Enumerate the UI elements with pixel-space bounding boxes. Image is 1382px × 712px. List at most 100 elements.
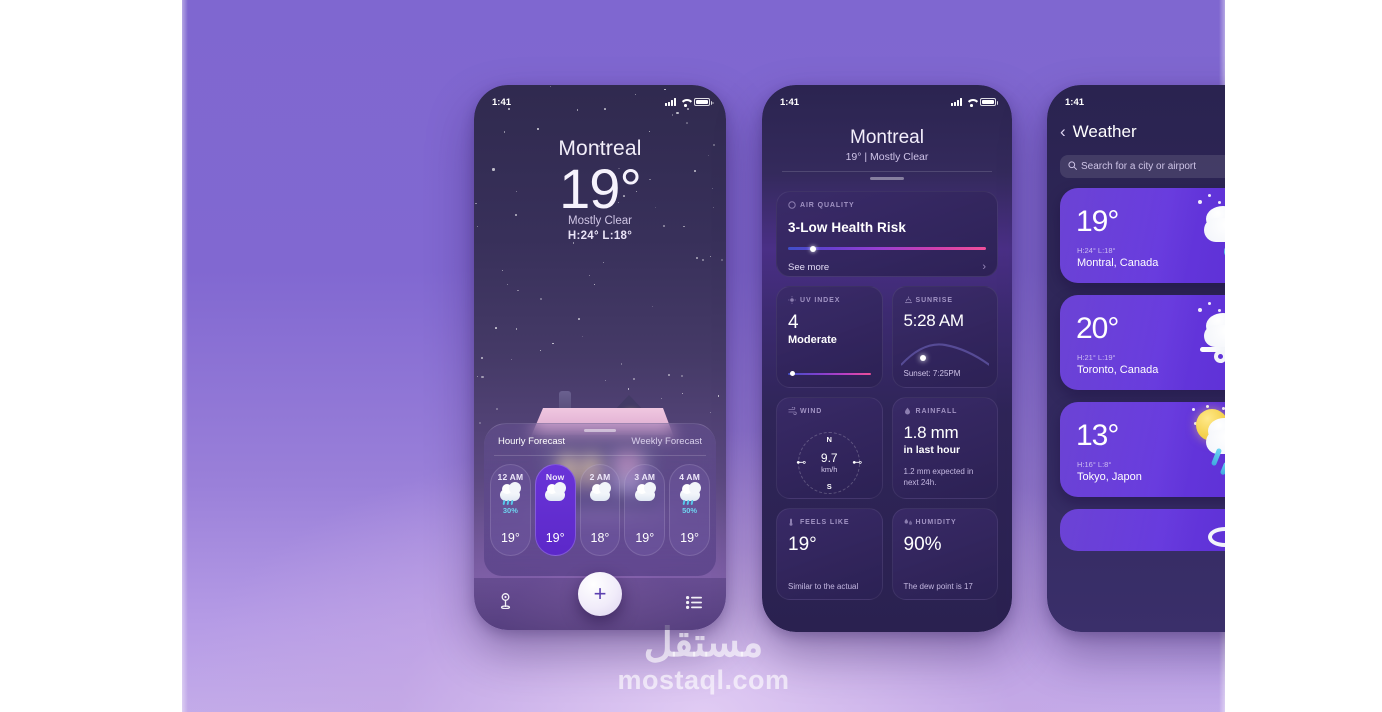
star [594,283,595,285]
star [478,422,481,425]
card-header: SUNRISE [904,296,987,304]
card-air-quality[interactable]: AIR QUALITY 3-Low Health Risk See more › [776,191,998,277]
compass-south-label: S [826,482,832,491]
high-low-temperature: H:24° L:18° [567,230,633,243]
sun-icon [788,296,796,304]
precipitation-chance: 30% [502,506,518,515]
cloud-shape [545,482,567,501]
phone-mockup-details: 1:41 Montreal 19° | Mostly Clear AIR QUA… [762,85,1012,632]
chevron-left-icon[interactable]: ‹ [1060,122,1066,142]
star [649,131,650,132]
card-header-label: AIR QUALITY [800,201,855,209]
card-header-label: RAINFALL [915,407,958,415]
sparkle-dot [1208,194,1211,197]
status-icons [951,98,998,107]
panel-grab-handle[interactable] [584,429,616,432]
sheet-grab-handle[interactable] [870,177,904,180]
hour-temperature: 19° [545,531,565,545]
phone1-screen: 1:41 Montreal 19° Mostly Clear H:24° L:1… [474,85,726,630]
header-divider [782,171,992,172]
precipitation-chance: 50% [682,506,698,515]
navigation-bar: ‹ Weather [1060,121,1225,142]
page-title: Montreal [850,127,924,148]
air-quality-icon [788,201,796,209]
cloud-shape [634,482,656,501]
phone2-header: Montreal 19° | Mostly Clear [762,127,1012,163]
chevron-right-icon: › [982,261,986,273]
city-card[interactable]: 19° H:24° L:18° Montral, Canada Mid Rain [1060,188,1225,283]
city-card-partial[interactable] [1060,509,1225,551]
city-high-low: H:16° L:8° [1077,460,1112,469]
city-card[interactable]: 13° H:16° L:8° Tokyo, Japon Showers [1060,402,1225,497]
sunrise-icon [904,296,912,304]
card-humidity[interactable]: HUMIDITY 90% The dew point is 17 [891,508,998,600]
bottom-dock: + [474,572,726,630]
sparkle-dot [1222,407,1225,410]
air-quality-indicator [809,245,816,252]
hour-label: 2 AM [589,472,611,482]
rain-drops [682,499,694,506]
star [540,298,543,301]
hour-label: 3 AM [634,472,656,482]
hour-temperature: 19° [680,531,700,545]
hourly-forecast-item[interactable]: 4 AM 50% 19° [669,464,710,556]
rain-streak [1219,461,1225,476]
cellular-signal-icon [665,98,676,106]
page-title: Weather [1072,121,1137,141]
hourly-forecast-list: 12 AM 30% 19° Now 19° 2 AM 18° 3 AM 19° 4 AM 50% 19… [490,464,710,556]
sparkle-dot [1218,309,1221,312]
card-sunrise[interactable]: SUNRISE 5:28 AM Sunset: 7:25PM [891,286,998,388]
phone-mockup-home: 1:41 Montreal 19° Mostly Clear H:24° L:1… [474,85,726,630]
card-header: RAINFALL [904,407,987,415]
rainfall-value: 1.8 mm [903,423,959,442]
see-more-row[interactable]: See more › [788,261,986,273]
card-wind[interactable]: WIND N S ⊷ ⊷ 9.7 km/h [776,397,883,499]
status-time: 1:41 [492,96,512,108]
add-city-button[interactable]: + [578,572,622,616]
cloud-icon [633,482,657,505]
hour-temperature: 18° [590,531,610,545]
humidity-note: The dew point is 17 [903,581,973,591]
search-input[interactable]: Search for a city or airport [1060,155,1225,178]
sparkle-dot [1218,201,1221,204]
tab-weekly-forecast[interactable]: Weekly Forecast [631,436,702,447]
location-pin-icon[interactable] [498,592,513,614]
card-header-label: SUNRISE [915,296,953,304]
star [710,256,712,258]
wind-swirl [1214,350,1225,363]
card-rainfall[interactable]: RAINFALL 1.8 mm in last hour 1.2 mm expe… [891,397,998,499]
star [588,275,590,276]
cloud-base [1204,218,1225,242]
phone1-status-bar: 1:41 [474,85,726,113]
card-feels-like[interactable]: FEELS LIKE 19° Similar to the actual [776,508,883,600]
phone1-header: Montreal 19° Mostly Clear H:24° L:18° [474,137,726,242]
hour-label: 12 AM [497,472,524,482]
phone-mockup-city-list: 1:41 ‹ Weather Search for a city or airp… [1047,85,1225,632]
hourly-forecast-item[interactable]: 12 AM 30% 19° [490,464,531,556]
star [686,121,689,124]
design-canvas: 1:41 Montreal 19° Mostly Clear H:24° L:1… [182,0,1225,712]
phone3-screen: 1:41 ‹ Weather Search for a city or airp… [1047,85,1225,632]
star [510,359,512,361]
sparkle-dot [1198,200,1202,204]
star [682,392,683,394]
card-uv-index[interactable]: UV INDEX 4 Moderate [776,286,883,388]
hourly-forecast-item[interactable]: 3 AM 19° [624,464,666,556]
star [477,375,479,377]
sparkle-dot [1198,308,1202,312]
hourly-forecast-item[interactable]: 2 AM 18° [579,464,621,556]
canvas-edge-left [182,0,188,712]
forecast-tabs: Hourly Forecast Weekly Forecast [484,436,716,447]
hourly-forecast-item[interactable]: Now 19° [534,464,576,556]
wind-swirl [1208,527,1225,547]
tab-hourly-forecast[interactable]: Hourly Forecast [498,436,565,447]
sparkle-dot [1206,405,1209,408]
star [495,326,497,329]
rainfall-note: 1.2 mm expected in next 24h. [903,467,974,487]
wifi-icon [966,98,976,107]
star [695,256,698,259]
air-quality-scale [788,245,986,252]
city-card[interactable]: 20° H:21° L:19° Toronto, Canada Fast Win… [1060,295,1225,390]
list-icon[interactable] [686,596,702,614]
metrics-row-3: WIND N S ⊷ ⊷ 9.7 km/h RAINFALL 1.8 mm in… [776,397,998,499]
